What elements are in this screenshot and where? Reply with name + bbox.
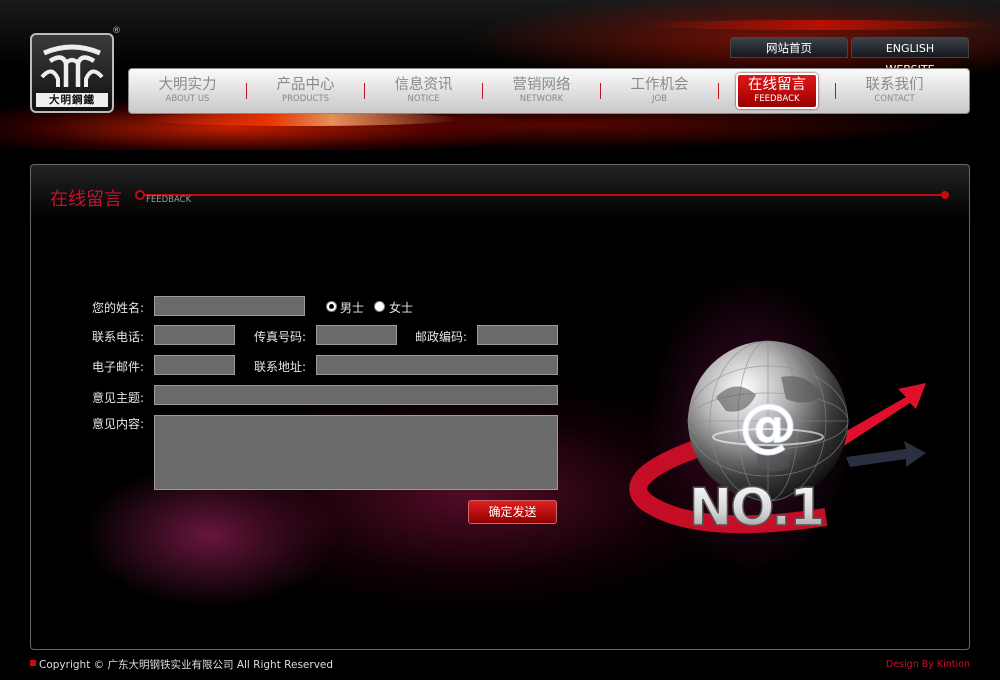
nav-item-network[interactable]: 营销网络 NETWORK — [483, 73, 600, 109]
gender-male-radio[interactable] — [326, 301, 337, 312]
nav-label-cn: 在线留言 — [748, 77, 806, 93]
nav-item-job[interactable]: 工作机会 JOB — [601, 73, 718, 109]
flame-decoration — [640, 20, 1000, 30]
site-header: 大明鋼鐵 ® 网站首页 ENGLISH WEBSITE 大明实力 ABOUT U… — [0, 0, 1000, 150]
gender-male-label: 男士 — [340, 301, 365, 315]
name-label: 您的姓名: — [92, 301, 145, 315]
fax-label: 传真号码: — [254, 330, 307, 344]
email-label: 电子邮件: — [92, 360, 145, 374]
flame-decoration — [140, 112, 460, 126]
main-nav: 大明实力 ABOUT US 产品中心 PRODUCTS 信息资讯 NOTICE … — [128, 68, 970, 114]
brand-logo[interactable]: 大明鋼鐵 — [30, 33, 114, 113]
english-website-link[interactable]: ENGLISH WEBSITE — [851, 37, 969, 76]
submit-button[interactable]: 确定发送 — [468, 500, 557, 524]
nav-label-cn: 联系我们 — [865, 77, 924, 93]
nav-label-en: FEEDBACK — [754, 94, 800, 104]
nav-label-cn: 信息资讯 — [394, 77, 453, 93]
nav-label-en: JOB — [651, 94, 668, 104]
zip-input[interactable] — [477, 325, 558, 345]
nav-item-about[interactable]: 大明实力 ABOUT US — [129, 73, 246, 109]
nav-label-en: ABOUT US — [165, 94, 210, 104]
globe-illustration: @ NO.1 — [629, 340, 926, 539]
gender-female-label: 女士 — [389, 301, 414, 315]
nav-item-feedback[interactable]: 在线留言 FEEDBACK — [736, 73, 818, 109]
address-input[interactable] — [316, 355, 558, 375]
dark-arrow-icon — [846, 441, 926, 467]
at-symbol-icon: @ — [739, 391, 797, 459]
nav-label-cn: 营销网络 — [512, 77, 571, 93]
nav-label-en: NETWORK — [519, 94, 564, 104]
design-credit-link[interactable]: Design By Kintion — [886, 659, 970, 670]
divider-dot-icon — [941, 191, 949, 199]
section-subtitle: FEEDBACK — [146, 195, 192, 205]
home-link[interactable]: 网站首页 — [730, 37, 848, 58]
email-input[interactable] — [154, 355, 235, 375]
red-arrow-icon — [836, 383, 926, 447]
divider-ring-icon — [135, 190, 145, 200]
content-label: 意见内容: — [92, 417, 145, 431]
nav-label-cn: 产品中心 — [276, 77, 335, 93]
subject-label: 意见主题: — [92, 391, 145, 405]
footer-bullet-icon — [30, 660, 36, 666]
logo-text: 大明鋼鐵 — [36, 93, 108, 107]
nav-divider — [718, 83, 719, 99]
zip-label: 邮政编码: — [415, 330, 468, 344]
nav-label-en: CONTACT — [874, 94, 915, 104]
nav-label-cn: 工作机会 — [630, 77, 689, 93]
section-title: 在线留言 — [50, 189, 122, 210]
section-divider — [139, 194, 947, 196]
nav-label-en: NOTICE — [407, 94, 440, 104]
nav-label-en: PRODUCTS — [281, 94, 329, 104]
phone-label: 联系电话: — [92, 330, 145, 344]
nav-item-products[interactable]: 产品中心 PRODUCTS — [247, 73, 364, 109]
top-links: 网站首页 ENGLISH WEBSITE — [730, 37, 969, 76]
feedback-panel: 在线留言 FEEDBACK 您的姓名: 男士 女士 联系电话: 传真号码: 邮政… — [30, 164, 970, 650]
fax-input[interactable] — [316, 325, 397, 345]
phone-input[interactable] — [154, 325, 235, 345]
copyright-text: Copyright © 广东大明钢铁实业有限公司 All Right Reser… — [39, 659, 334, 671]
logo-emblem-icon — [40, 44, 104, 87]
nav-label-cn: 大明实力 — [158, 77, 217, 93]
registered-mark: ® — [112, 26, 121, 36]
gender-female-radio[interactable] — [374, 301, 385, 312]
subject-input[interactable] — [154, 385, 558, 405]
no1-badge-text: NO.1 — [689, 478, 824, 538]
content-textarea[interactable] — [154, 415, 558, 490]
address-label: 联系地址: — [254, 360, 307, 374]
name-input[interactable] — [154, 296, 305, 316]
nav-item-notice[interactable]: 信息资讯 NOTICE — [365, 73, 482, 109]
nav-item-contact[interactable]: 联系我们 CONTACT — [836, 73, 953, 109]
